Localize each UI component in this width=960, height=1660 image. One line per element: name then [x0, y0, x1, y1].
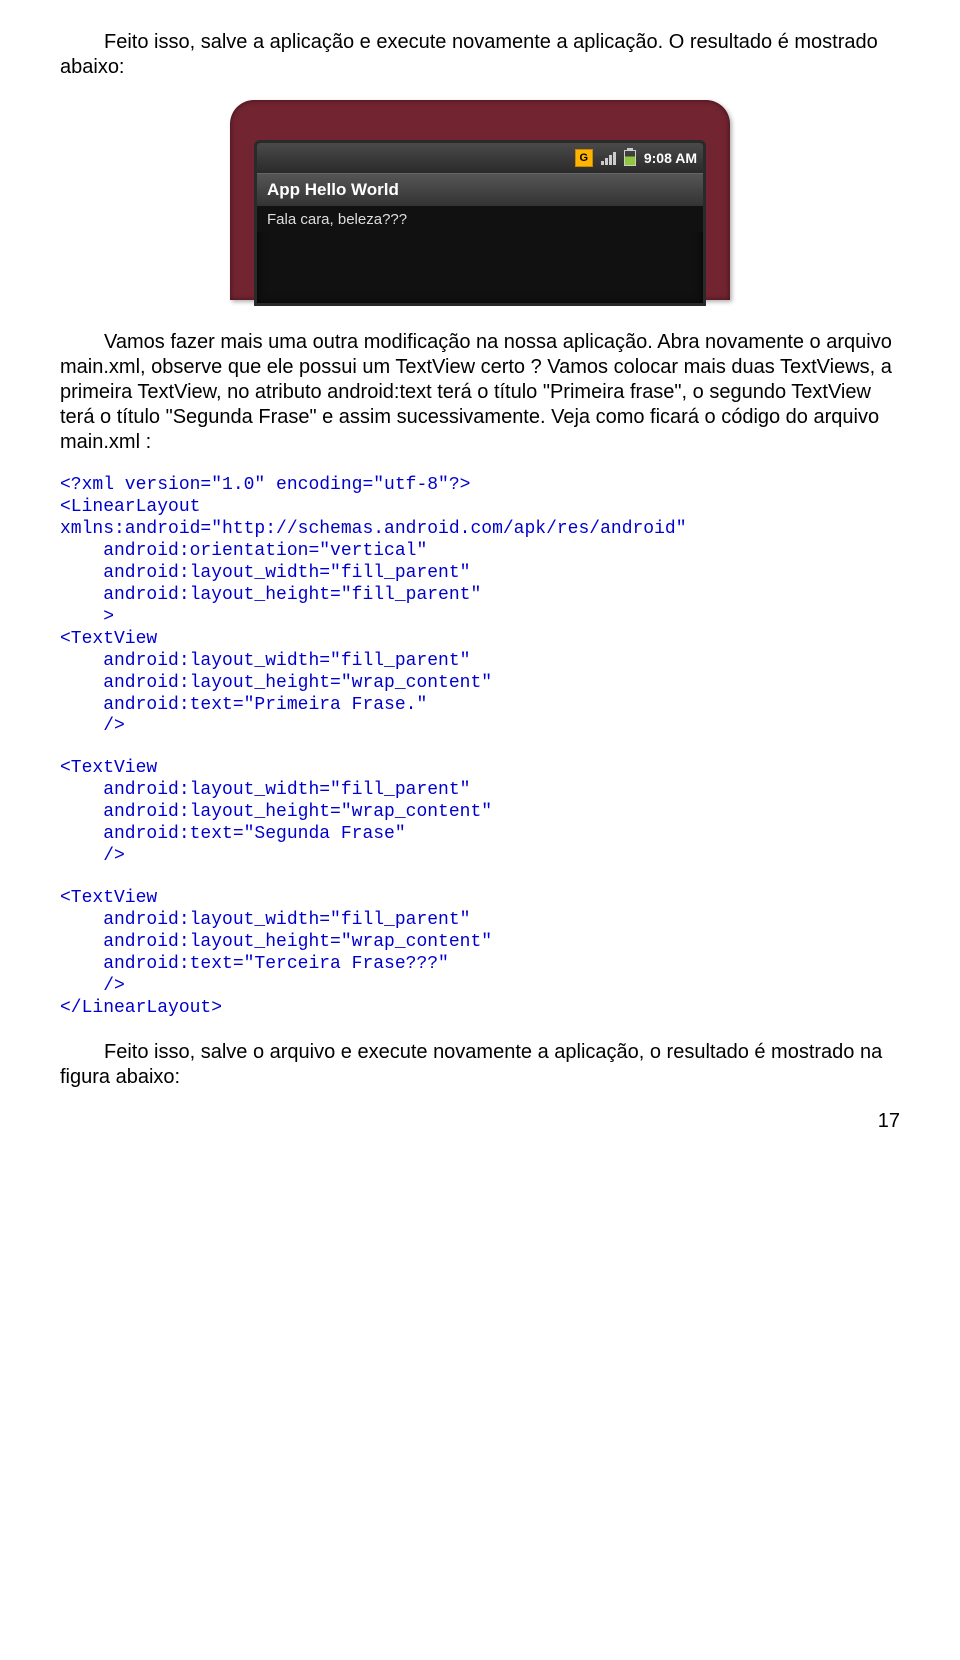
- paragraph-intro: Feito isso, salve a aplicação e execute …: [60, 30, 900, 80]
- android-status-bar: G 9:08 AM: [257, 143, 703, 173]
- status-time: 9:08 AM: [644, 150, 697, 166]
- code-block-2: <TextView android:layout_width="fill_par…: [60, 758, 900, 868]
- paragraph-result: Feito isso, salve o arquivo e execute no…: [60, 1040, 900, 1090]
- device-screenshot: G 9:08 AM App Hello World Fala cara, bel…: [60, 100, 900, 300]
- paragraph-explanation: Vamos fazer mais uma outra modificação n…: [60, 330, 900, 455]
- device-frame: G 9:08 AM App Hello World Fala cara, bel…: [230, 100, 730, 300]
- app-content-text: Fala cara, beleza???: [257, 207, 703, 232]
- app-title-bar: App Hello World: [257, 173, 703, 207]
- page-number: 17: [60, 1110, 900, 1133]
- g-icon: G: [575, 149, 593, 167]
- battery-icon: [624, 150, 636, 166]
- signal-icon: [601, 151, 616, 165]
- code-block-3: <TextView android:layout_width="fill_par…: [60, 888, 900, 1020]
- device-screen: G 9:08 AM App Hello World Fala cara, bel…: [254, 140, 706, 306]
- code-block-1: <?xml version="1.0" encoding="utf-8"?> <…: [60, 475, 900, 738]
